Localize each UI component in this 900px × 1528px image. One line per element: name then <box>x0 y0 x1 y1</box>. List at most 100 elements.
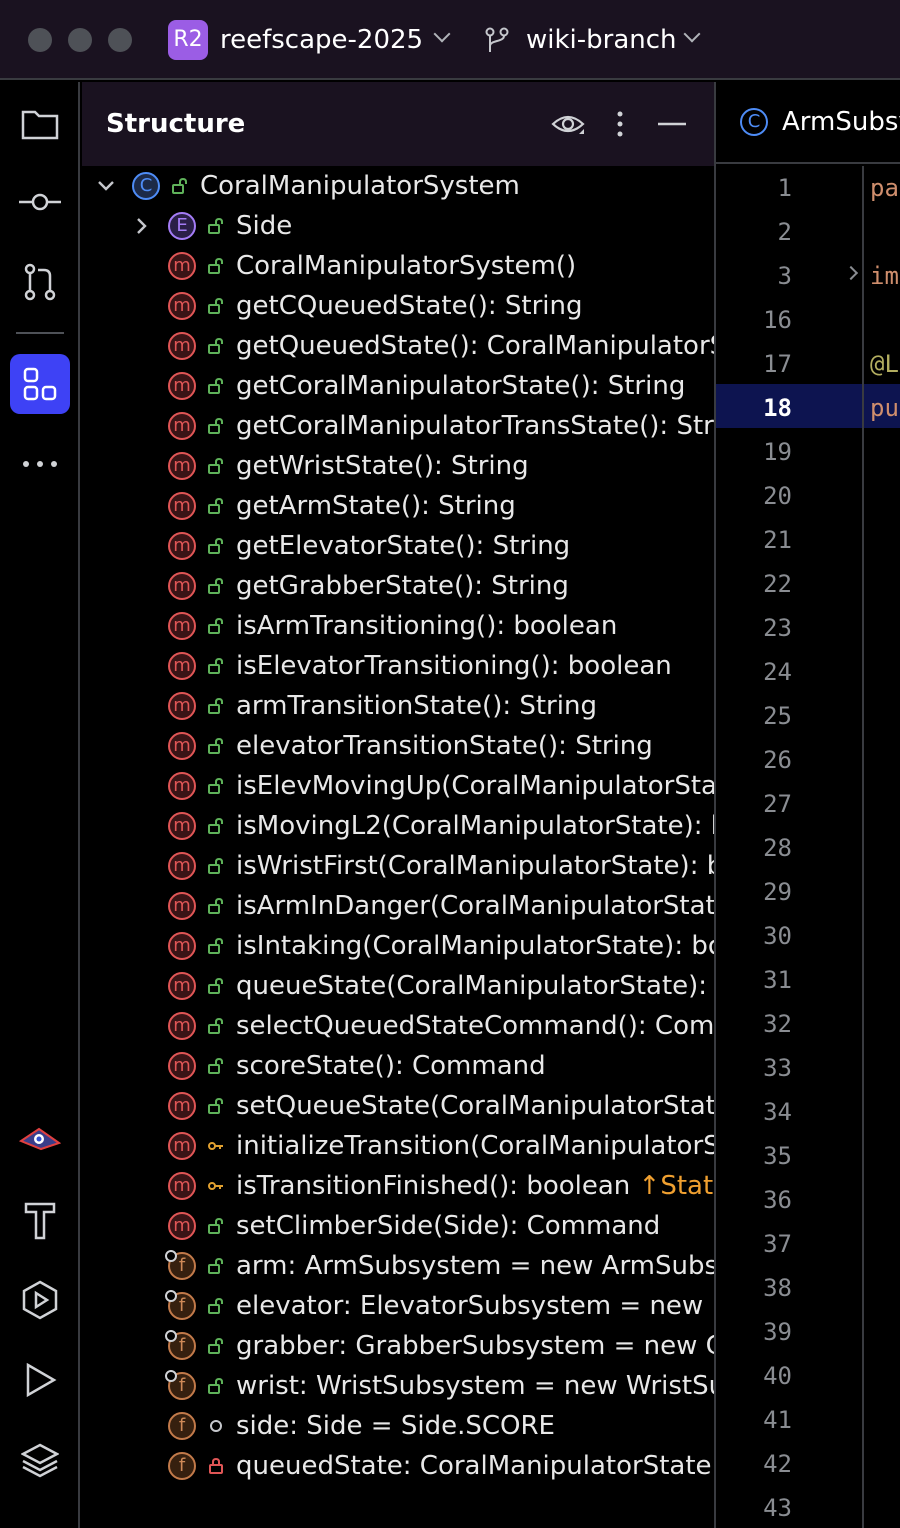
tree-item-label: isWristFirst(CoralManipulatorState): bo <box>236 851 716 881</box>
tree-row[interactable]: m getArmState(): String <box>82 486 714 526</box>
line-number[interactable]: 37 <box>716 1222 792 1266</box>
tree-row[interactable]: C CoralManipulatorSystem <box>82 166 714 206</box>
tree-row[interactable]: m getQueuedState(): CoralManipulatorState <box>82 326 714 366</box>
method-icon: m <box>168 252 196 280</box>
tree-row[interactable]: m setClimberSide(Side): Command <box>82 1206 714 1246</box>
line-number[interactable]: 3 <box>716 254 792 298</box>
line-number[interactable]: 28 <box>716 826 792 870</box>
line-number[interactable]: 24 <box>716 650 792 694</box>
line-number[interactable]: 23 <box>716 606 792 650</box>
tree-row[interactable]: m getCQueuedState(): String <box>82 286 714 326</box>
line-number[interactable]: 36 <box>716 1178 792 1222</box>
services-icon[interactable] <box>10 1270 70 1330</box>
line-number[interactable]: 30 <box>716 914 792 958</box>
tree-row[interactable]: m selectQueuedStateCommand(): Comma <box>82 1006 714 1046</box>
tree-row[interactable]: m isElevatorTransitioning(): boolean <box>82 646 714 686</box>
tree-row[interactable]: m isWristFirst(CoralManipulatorState): bo <box>82 846 716 886</box>
project-badge[interactable]: R2 <box>168 20 208 60</box>
chevron-down-icon[interactable] <box>96 176 116 196</box>
line-number[interactable]: 39 <box>716 1310 792 1354</box>
tree-row[interactable]: m queueState(CoralManipulatorState): vo <box>82 966 714 1006</box>
pull-request-icon[interactable] <box>10 252 70 312</box>
plugin-icon[interactable] <box>10 1108 70 1168</box>
line-number[interactable]: 41 <box>716 1398 792 1442</box>
tree-item-label: setQueueState(CoralManipulatorState) <box>236 1091 716 1121</box>
more-icon[interactable] <box>10 434 70 494</box>
tree-row[interactable]: f queuedState: CoralManipulatorState = <box>82 1446 714 1486</box>
tree-row[interactable]: m isArmTransitioning(): boolean <box>82 606 714 646</box>
tree-row[interactable]: m isMovingL2(CoralManipulatorState): bo <box>82 806 714 846</box>
tree-row[interactable]: f wrist: WristSubsystem = new WristSub <box>82 1366 714 1406</box>
tree-row[interactable]: m getCoralManipulatorTransState(): String <box>82 406 714 446</box>
tree-row[interactable]: m isElevMovingUp(CoralManipulatorState <box>82 766 714 806</box>
tree-row[interactable]: m isIntaking(CoralManipulatorState): bool <box>82 926 714 966</box>
structure-icon[interactable] <box>10 354 70 414</box>
folder-icon[interactable] <box>10 94 70 154</box>
chevron-down-icon[interactable] <box>683 25 701 43</box>
tree-row[interactable]: m getCoralManipulatorState(): String <box>82 366 714 406</box>
tree-item-label: grabber: GrabberSubsystem = new Gra <box>236 1331 716 1361</box>
zoom-window-button[interactable] <box>108 28 132 52</box>
minimize-panel-icon[interactable] <box>652 106 692 142</box>
public-lock-icon <box>208 897 224 914</box>
chevron-right-icon[interactable] <box>132 216 152 236</box>
line-number[interactable]: 32 <box>716 1002 792 1046</box>
line-number[interactable]: 40 <box>716 1354 792 1398</box>
line-number[interactable]: 26 <box>716 738 792 782</box>
tree-row[interactable]: f arm: ArmSubsystem = new ArmSubsys <box>82 1246 714 1286</box>
tree-row[interactable]: m getElevatorState(): String <box>82 526 714 566</box>
line-number[interactable]: 34 <box>716 1090 792 1134</box>
eye-icon[interactable] <box>548 106 588 142</box>
tree-row[interactable]: m CoralManipulatorSystem() <box>82 246 714 286</box>
build-icon[interactable] <box>10 1190 70 1250</box>
code-line[interactable]: pu <box>870 386 899 430</box>
editor-tab[interactable]: ArmSubsystem <box>782 104 900 140</box>
options-menu-icon[interactable] <box>600 106 640 142</box>
line-number[interactable]: 16 <box>716 298 792 342</box>
line-number[interactable]: 19 <box>716 430 792 474</box>
line-number[interactable]: 31 <box>716 958 792 1002</box>
tree-row[interactable]: m elevatorTransitionState(): String <box>82 726 714 766</box>
code-line[interactable]: @L <box>870 342 899 386</box>
line-number[interactable]: 25 <box>716 694 792 738</box>
tree-row[interactable]: m isArmInDanger(CoralManipulatorState): <box>82 886 714 926</box>
tree-row[interactable]: m armTransitionState(): String <box>82 686 714 726</box>
line-number[interactable]: 21 <box>716 518 792 562</box>
line-number[interactable]: 35 <box>716 1134 792 1178</box>
close-window-button[interactable] <box>28 28 52 52</box>
run-icon[interactable] <box>10 1350 70 1410</box>
tree-row[interactable]: m getWristState(): String <box>82 446 714 486</box>
tree-item-label: scoreState(): Command <box>236 1051 546 1081</box>
line-number[interactable]: 22 <box>716 562 792 606</box>
tree-row[interactable]: f side: Side = Side.SCORE <box>82 1406 714 1446</box>
tree-row[interactable]: m scoreState(): Command <box>82 1046 714 1086</box>
commit-icon[interactable] <box>10 172 70 232</box>
tree-row[interactable]: m setQueueState(CoralManipulatorState) <box>82 1086 716 1126</box>
line-number[interactable]: 42 <box>716 1442 792 1486</box>
line-number[interactable]: 17 <box>716 342 792 386</box>
tree-row[interactable]: m initializeTransition(CoralManipulatorSt… <box>82 1126 714 1166</box>
line-number[interactable]: 29 <box>716 870 792 914</box>
line-number[interactable]: 33 <box>716 1046 792 1090</box>
tree-row[interactable]: f elevator: ElevatorSubsystem = new Ele <box>82 1286 714 1326</box>
line-number[interactable]: 18 <box>716 386 792 430</box>
structure-panel: Structure C CoralManipulatorSystem E Side m C… <box>82 82 716 1528</box>
tree-row[interactable]: m getGrabberState(): String <box>82 566 714 606</box>
minimize-window-button[interactable] <box>68 28 92 52</box>
tree-row[interactable]: f grabber: GrabberSubsystem = new Gra <box>82 1326 716 1366</box>
line-number[interactable]: 38 <box>716 1266 792 1310</box>
project-selector[interactable]: reefscape-2025 <box>220 22 423 58</box>
tree-row[interactable]: E Side <box>82 206 714 246</box>
layers-icon[interactable] <box>10 1430 70 1490</box>
line-number[interactable]: 27 <box>716 782 792 826</box>
line-number[interactable]: 2 <box>716 210 792 254</box>
private-lock-icon <box>208 1457 224 1474</box>
branch-selector[interactable]: wiki-branch <box>526 22 677 58</box>
code-line[interactable]: pa <box>870 166 899 210</box>
line-number[interactable]: 20 <box>716 474 792 518</box>
tree-row[interactable]: m isTransitionFinished(): boolean ↑Statef <box>82 1166 714 1206</box>
chevron-down-icon[interactable] <box>433 25 451 43</box>
line-number[interactable]: 1 <box>716 166 792 210</box>
code-line[interactable]: im <box>870 254 899 298</box>
line-number[interactable]: 43 <box>716 1486 792 1528</box>
